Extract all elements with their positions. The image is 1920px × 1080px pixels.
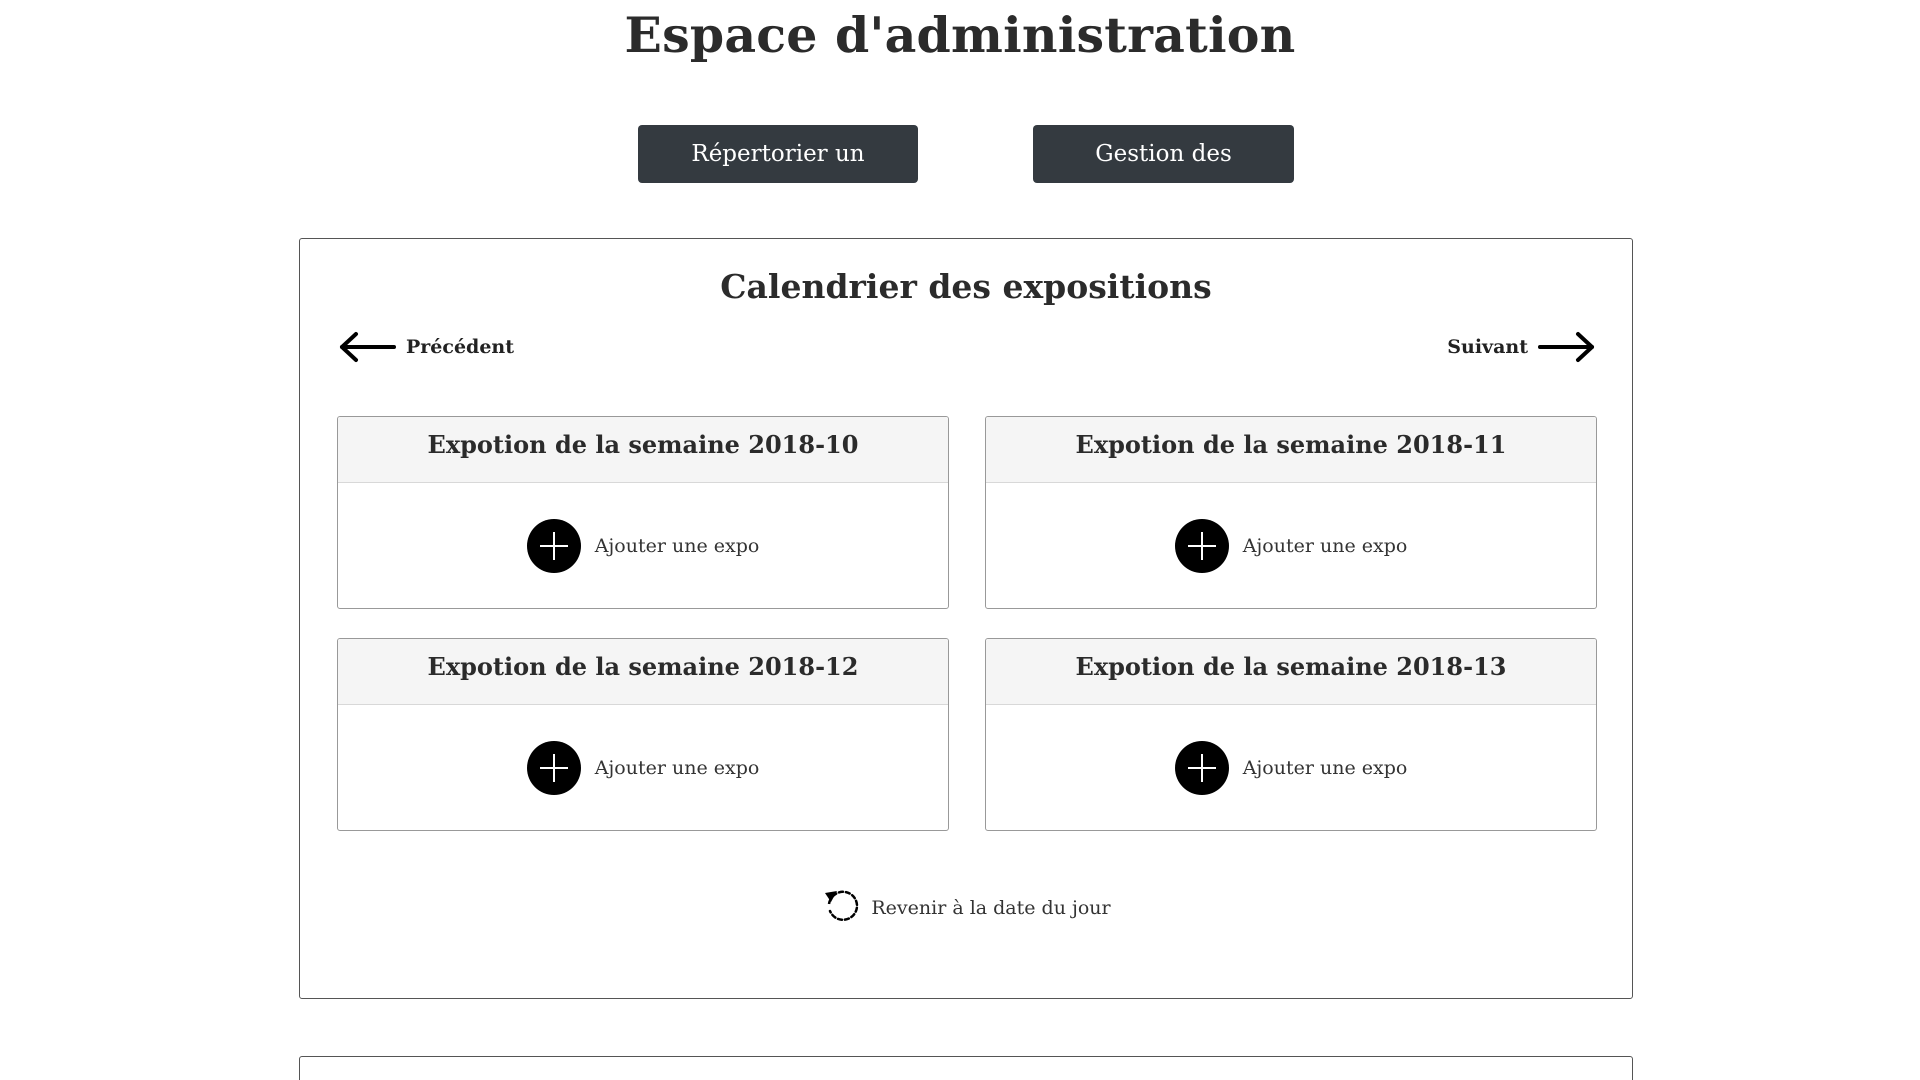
rotate-ccw-icon <box>821 885 863 931</box>
add-expo-label: Ajouter une expo <box>594 534 760 557</box>
admin-page: Espace d'administration Répertorier un a… <box>0 0 1920 1080</box>
week-card: Expotion de la semaine 2018-11 Ajouter u… <box>985 416 1597 609</box>
reset-today-link[interactable]: Revenir à la date du jour <box>300 885 1632 931</box>
add-expo-button[interactable]: Ajouter une expo <box>986 705 1596 830</box>
week-title: Expotion de la semaine 2018-13 <box>986 639 1596 705</box>
add-expo-label: Ajouter une expo <box>1242 756 1408 779</box>
reset-today-label: Revenir à la date du jour <box>871 897 1111 919</box>
previous-link[interactable]: Précédent <box>338 329 514 365</box>
next-section-box <box>299 1056 1633 1080</box>
add-expo-label: Ajouter une expo <box>1242 534 1408 557</box>
add-expo-button[interactable]: Ajouter une expo <box>338 483 948 608</box>
plus-circle-icon <box>1174 518 1229 573</box>
plus-circle-icon <box>1174 740 1229 795</box>
plus-circle-icon <box>526 518 581 573</box>
next-label: Suivant <box>1447 336 1528 358</box>
page-title: Espace d'administration <box>624 6 1296 64</box>
top-actions: Répertorier un artiste Gestion des artis… <box>0 125 1920 225</box>
calendar-title: Calendrier des expositions <box>720 267 1212 306</box>
week-card: Expotion de la semaine 2018-12 Ajouter u… <box>337 638 949 831</box>
week-title: Expotion de la semaine 2018-10 <box>338 417 948 483</box>
arrow-left-icon <box>338 331 396 363</box>
week-card: Expotion de la semaine 2018-13 Ajouter u… <box>985 638 1597 831</box>
week-card: Expotion de la semaine 2018-10 Ajouter u… <box>337 416 949 609</box>
previous-label: Précédent <box>406 336 515 358</box>
week-title: Expotion de la semaine 2018-11 <box>986 417 1596 483</box>
register-artist-button[interactable]: Répertorier un artiste <box>638 125 918 225</box>
week-title: Expotion de la semaine 2018-12 <box>338 639 948 705</box>
add-expo-button[interactable]: Ajouter une expo <box>986 483 1596 608</box>
add-expo-label: Ajouter une expo <box>594 756 760 779</box>
manage-artists-button[interactable]: Gestion des artistes <box>1033 125 1294 225</box>
next-link[interactable]: Suivant <box>1447 329 1596 365</box>
exhibition-calendar: Calendrier des expositions Précédent Sui… <box>299 238 1633 999</box>
plus-circle-icon <box>526 740 581 795</box>
arrow-right-icon <box>1538 331 1596 363</box>
add-expo-button[interactable]: Ajouter une expo <box>338 705 948 830</box>
